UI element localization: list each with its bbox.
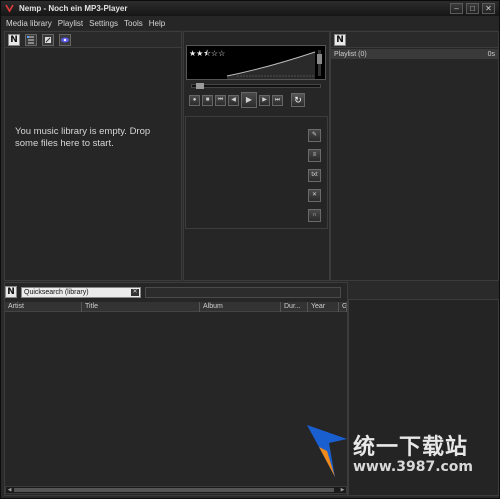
rewind-icon[interactable]: ◀ xyxy=(228,94,239,106)
spectrum-display xyxy=(226,51,316,79)
app-window: Nemp - Noch ein MP3-Player – □ ✕ Media l… xyxy=(0,0,500,499)
forward-icon[interactable]: ▶ xyxy=(259,94,270,106)
previous-icon[interactable]: ⏮ xyxy=(215,94,226,106)
column-artist[interactable]: Artist xyxy=(5,302,82,312)
window-title: Nemp - Noch ein MP3-Player xyxy=(19,4,128,13)
progress-bar[interactable] xyxy=(191,83,321,89)
maximize-icon[interactable]: □ xyxy=(466,3,479,14)
window-controls: – □ ✕ xyxy=(450,3,495,14)
column-duration[interactable]: Dur... xyxy=(281,302,308,312)
column-year[interactable]: Year xyxy=(308,302,339,312)
lyrics-icon[interactable]: txt xyxy=(308,169,321,182)
library-hscrollbar[interactable]: ◀ ▶ xyxy=(5,486,347,494)
watermark-logo-icon xyxy=(307,425,347,477)
site-watermark: 统一下载站 www.3987.com xyxy=(305,421,495,481)
playlist-toolbar: N xyxy=(331,32,498,48)
quicksearch-input[interactable]: Quicksearch (library) ✕ xyxy=(21,286,141,298)
column-album[interactable]: Album xyxy=(200,302,281,312)
nemp-n-button[interactable]: N xyxy=(8,33,20,46)
menu-settings[interactable]: Settings xyxy=(89,19,118,28)
progress-knob[interactable] xyxy=(196,83,204,89)
menu-media-library[interactable]: Media library xyxy=(6,19,52,28)
menu-help[interactable]: Help xyxy=(149,19,165,28)
volume-slider[interactable] xyxy=(317,50,322,76)
playlist-panel[interactable]: N xyxy=(330,31,499,281)
cover-flow-icon[interactable] xyxy=(42,33,54,46)
library-column-headers: Artist Title Album Dur... Year G xyxy=(5,302,347,312)
stop-icon[interactable]: ■ xyxy=(202,94,213,106)
title-bar[interactable]: Nemp - Noch ein MP3-Player – □ ✕ xyxy=(1,1,499,16)
playlist-duration: 0s xyxy=(487,50,495,58)
minimize-icon[interactable]: – xyxy=(450,3,463,14)
next-icon[interactable]: ⏭ xyxy=(272,94,283,106)
player-display: ★★⯪☆☆ xyxy=(186,45,326,80)
playlist-n-button[interactable]: N xyxy=(334,33,346,46)
clear-search-icon[interactable]: ✕ xyxy=(131,288,139,296)
repeat-icon[interactable]: ↻ xyxy=(291,93,305,107)
watermark-url: www.3987.com xyxy=(353,459,474,475)
play-icon[interactable]: ▶ xyxy=(241,92,257,108)
playlist-title: Playlist (0) xyxy=(334,50,367,58)
library-toolbar: N xyxy=(5,32,181,48)
library-browser-panel[interactable]: N xyxy=(4,31,182,281)
scroll-right-icon[interactable]: ▶ xyxy=(339,487,346,493)
transport-controls: ● ■ ⏮ ◀ ▶ ▶ ⏭ ↻ xyxy=(189,92,305,108)
browse-tree-icon[interactable] xyxy=(25,33,37,46)
quicksearch-text: Quicksearch (library) xyxy=(24,288,89,296)
menu-bar: Media library Playlist Settings Tools He… xyxy=(1,16,499,30)
quicksearch-bar: N Quicksearch (library) ✕ xyxy=(5,284,497,300)
column-genre[interactable]: G xyxy=(339,302,347,312)
tag-cloud-icon[interactable] xyxy=(59,33,71,46)
scroll-thumb[interactable] xyxy=(14,488,334,492)
close-icon[interactable]: ✕ xyxy=(482,3,495,14)
quicksearch-n-button[interactable]: N xyxy=(5,286,17,298)
library-empty-message: You music library is empty. Drop some fi… xyxy=(15,126,151,149)
scroll-left-icon[interactable]: ◀ xyxy=(6,487,13,493)
effects-icon[interactable]: ✕ xyxy=(308,189,321,202)
playlist-header: Playlist (0) 0s xyxy=(331,49,498,59)
player-side-buttons: ✎ ≡ txt ✕ ∩ xyxy=(308,129,321,222)
headphones-icon[interactable]: ∩ xyxy=(308,209,321,222)
edit-tag-icon[interactable]: ✎ xyxy=(308,129,321,142)
library-list-panel[interactable] xyxy=(4,282,348,496)
equalizer-icon[interactable]: ≡ xyxy=(308,149,321,162)
menu-tools[interactable]: Tools xyxy=(124,19,143,28)
watermark-text: 统一下载站 xyxy=(353,435,469,460)
menu-playlist[interactable]: Playlist xyxy=(58,19,83,28)
player-lower-area xyxy=(185,116,328,229)
record-icon[interactable]: ● xyxy=(189,94,200,106)
secondary-search-box[interactable] xyxy=(145,286,341,298)
column-title[interactable]: Title xyxy=(82,302,200,312)
nemp-app-icon xyxy=(5,4,14,13)
